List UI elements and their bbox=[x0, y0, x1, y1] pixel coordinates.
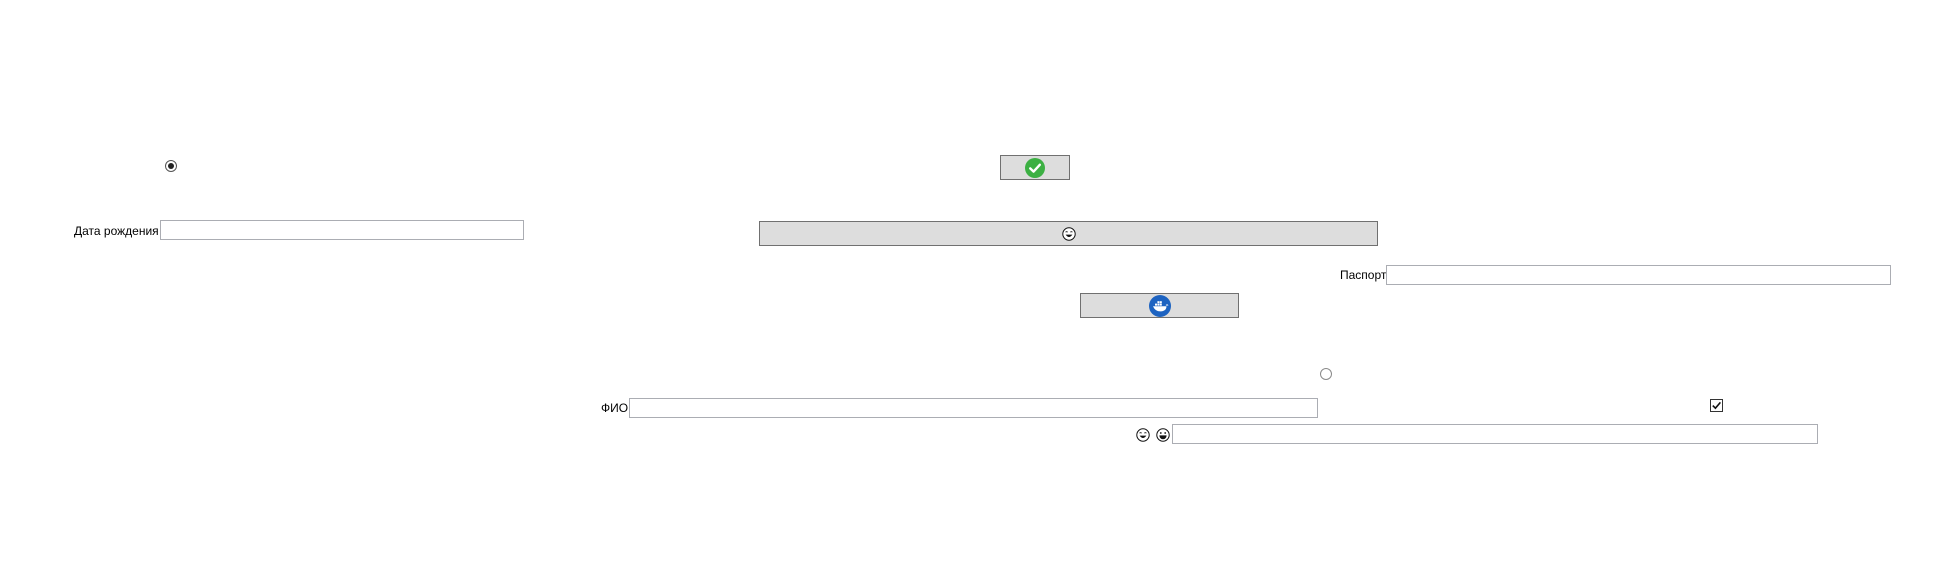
passport-label: Паспорт bbox=[1340, 268, 1387, 282]
emoji-wide-button[interactable] bbox=[759, 221, 1378, 246]
confirm-button[interactable] bbox=[1000, 155, 1070, 180]
passport-input[interactable] bbox=[1386, 265, 1891, 285]
birth-date-label: Дата рождения bbox=[74, 224, 159, 238]
grinning-face-icon bbox=[1156, 428, 1170, 442]
extra-input[interactable] bbox=[1172, 424, 1818, 444]
laughing-face-icon bbox=[1136, 428, 1150, 442]
docker-whale-icon bbox=[1148, 294, 1171, 317]
laughing-face-icon bbox=[1061, 226, 1076, 241]
checkmark-icon bbox=[1712, 401, 1722, 410]
birth-date-input[interactable] bbox=[160, 220, 524, 240]
docker-button[interactable] bbox=[1080, 293, 1239, 318]
radio-option-top[interactable] bbox=[165, 160, 177, 172]
full-name-input[interactable] bbox=[629, 398, 1318, 418]
checkbox[interactable] bbox=[1710, 399, 1723, 412]
radio-option-middle[interactable] bbox=[1320, 368, 1332, 380]
green-check-icon bbox=[1025, 157, 1045, 178]
full-name-label: ФИО bbox=[601, 401, 629, 415]
radio-dot bbox=[168, 163, 174, 169]
